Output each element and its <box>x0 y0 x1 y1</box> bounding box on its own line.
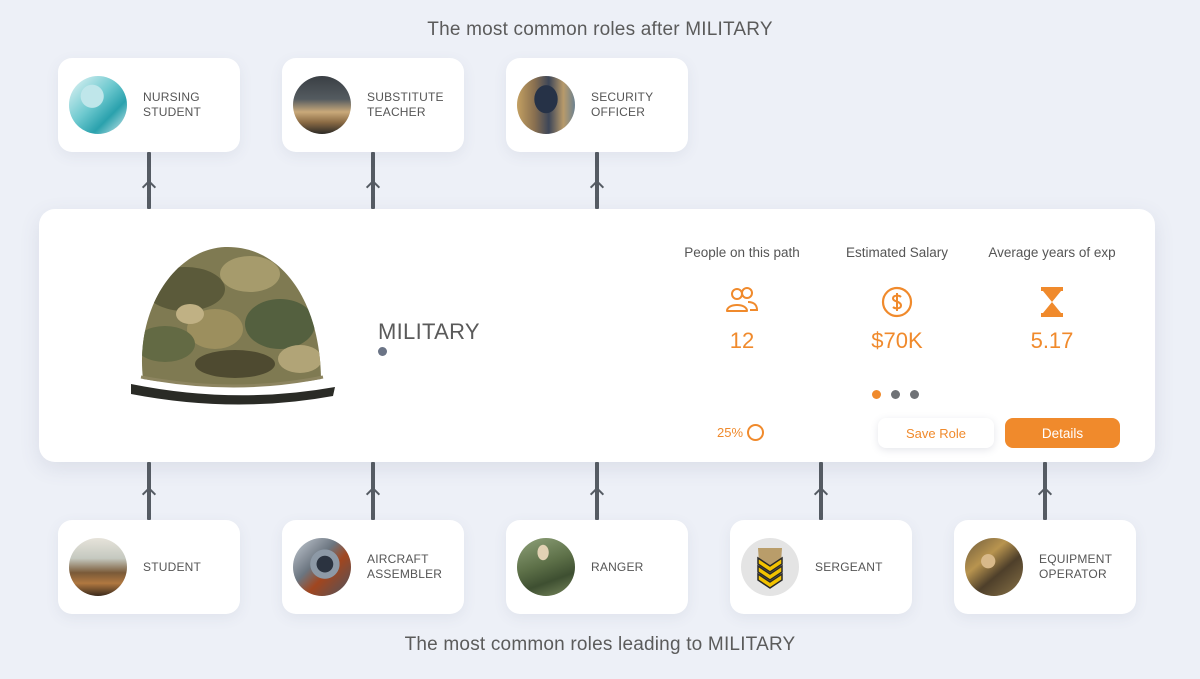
role-card-student[interactable]: STUDENT <box>58 520 240 614</box>
save-role-button[interactable]: Save Role <box>878 418 994 448</box>
role-card-aircraft-assembler[interactable]: AIRCRAFT ASSEMBLER <box>282 520 464 614</box>
arrow-up-icon <box>141 486 157 502</box>
role-card-sergeant[interactable]: SERGEANT <box>730 520 912 614</box>
role-card-substitute-teacher[interactable]: SUBSTITUTE TEACHER <box>282 58 464 152</box>
aircraft-assembler-photo <box>293 538 351 596</box>
military-helmet-photo <box>65 219 365 451</box>
arrow-up-icon <box>813 486 829 502</box>
stat-experience: Average years of exp 5.17 <box>977 245 1127 354</box>
stat-value: 5.17 <box>1030 328 1074 353</box>
role-label: NURSING STUDENT <box>143 90 202 119</box>
ranger-photo <box>517 538 575 596</box>
pager-dot-2[interactable] <box>891 390 900 399</box>
role-card-security-officer[interactable]: SECURITY OFFICER <box>506 58 688 152</box>
progress-indicator: 25% <box>717 424 765 441</box>
role-label: SERGEANT <box>815 559 883 574</box>
arrow-up-icon <box>589 486 605 502</box>
stat-label: Average years of exp <box>988 245 1116 260</box>
hourglass-icon <box>1041 287 1063 317</box>
progress-label: 25% <box>717 425 744 440</box>
details-button[interactable]: Details <box>1005 418 1120 448</box>
role-indicator-dot <box>378 347 387 356</box>
stat-value: 12 <box>729 328 755 353</box>
security-officer-photo <box>517 76 575 134</box>
arrow-up-icon <box>589 179 605 195</box>
stat-people: People on this path 12 <box>667 245 817 354</box>
stat-label: Estimated Salary <box>845 245 949 260</box>
arrow-up-icon <box>365 486 381 502</box>
roles-leading-heading: The most common roles leading to MILITAR… <box>404 634 796 655</box>
role-card-nursing-student[interactable]: NURSING STUDENT <box>58 58 240 152</box>
pager-dot-1[interactable] <box>872 390 881 399</box>
pager-dot-3[interactable] <box>910 390 919 399</box>
student-photo <box>69 538 127 596</box>
people-icon <box>726 287 759 312</box>
progress-ring-icon <box>747 424 765 441</box>
role-label: SECURITY OFFICER <box>591 90 654 119</box>
current-role-title: MILITARY <box>378 319 480 344</box>
arrow-up-icon <box>141 179 157 195</box>
role-label: AIRCRAFT ASSEMBLER <box>367 552 443 581</box>
arrow-up-icon <box>1037 486 1053 502</box>
roles-after-heading: The most common roles after MILITARY <box>427 19 773 40</box>
sergeant-chevron-icon <box>741 538 799 596</box>
stat-label: People on this path <box>684 245 800 260</box>
dollar-icon <box>881 286 913 318</box>
role-card-equipment-operator[interactable]: EQUIPMENT OPERATOR <box>954 520 1136 614</box>
role-card-ranger[interactable]: RANGER <box>506 520 688 614</box>
arrow-up-icon <box>365 179 381 195</box>
role-label: STUDENT <box>143 559 202 574</box>
role-label: SUBSTITUTE TEACHER <box>367 90 444 119</box>
role-label: EQUIPMENT OPERATOR <box>1039 552 1112 581</box>
current-role-card: MILITARY People on this path 12 Estimate… <box>39 209 1155 462</box>
substitute-teacher-photo <box>293 76 351 134</box>
stat-value: $70K <box>871 328 923 353</box>
equipment-operator-photo <box>965 538 1023 596</box>
nursing-student-photo <box>69 76 127 134</box>
role-label: RANGER <box>591 559 644 574</box>
stat-salary: Estimated Salary $70K <box>822 245 972 354</box>
